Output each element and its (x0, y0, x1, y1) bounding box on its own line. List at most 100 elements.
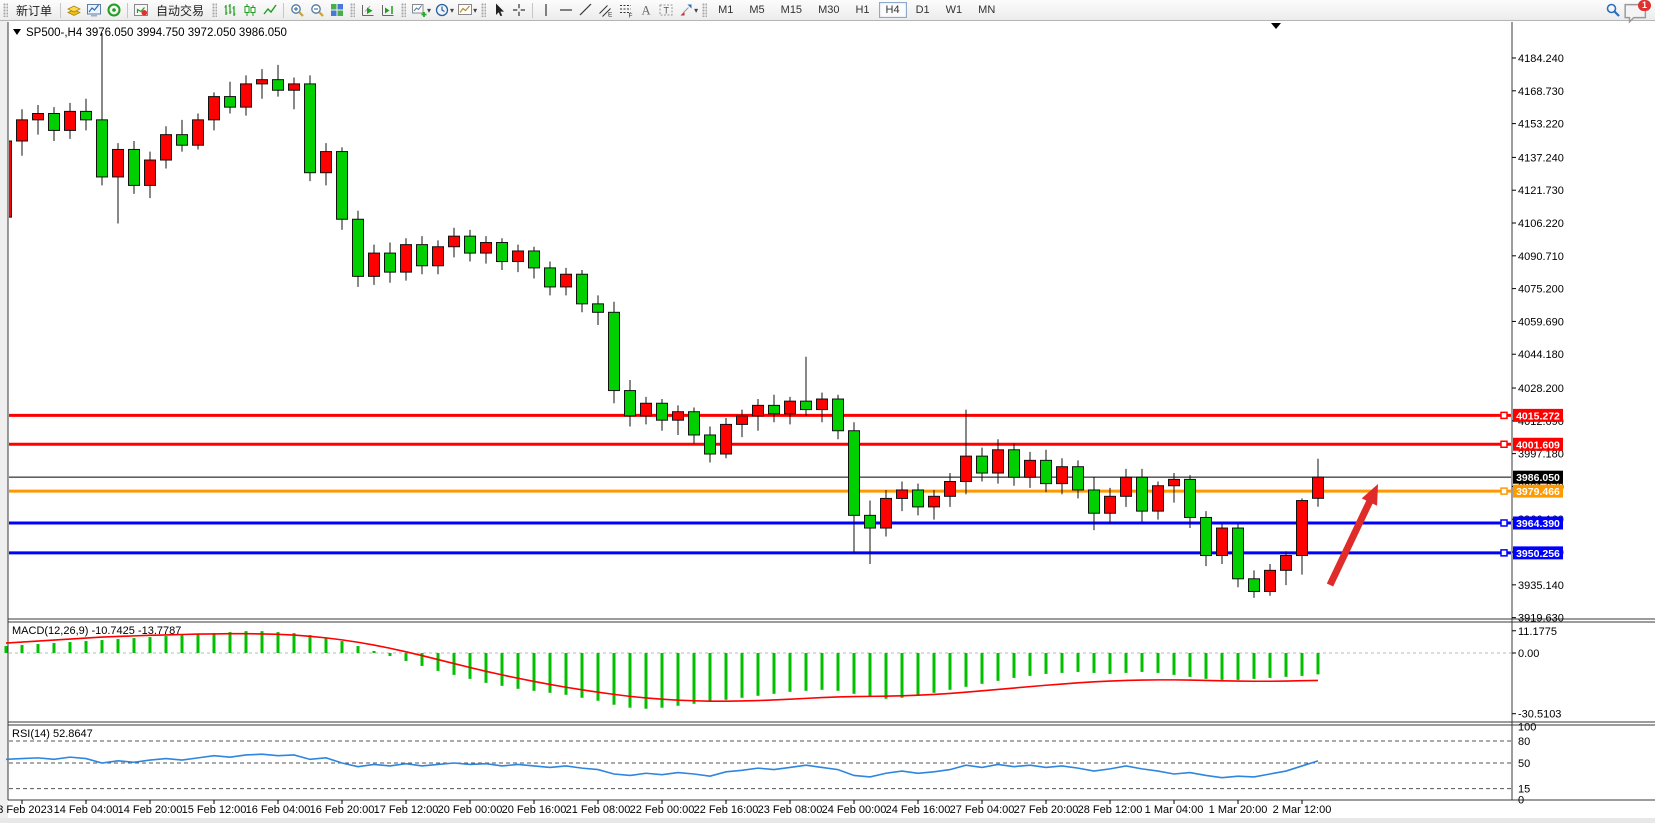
timeframe-button-mn[interactable]: MN (971, 2, 1002, 18)
toolbar-grip[interactable] (212, 3, 217, 17)
trendline-icon[interactable] (576, 1, 596, 19)
templates-icon[interactable] (455, 1, 475, 19)
candle-body (497, 243, 508, 262)
candle-body (769, 405, 780, 413)
price-badge-current-price[interactable]: 3986.050 (1513, 471, 1563, 485)
candle-body (177, 135, 188, 146)
time-tick-label: 21 Feb 08:00 (566, 804, 631, 816)
svg-text:3950.256: 3950.256 (1516, 548, 1560, 560)
periods-icon-dropdown[interactable]: ▾ (450, 6, 454, 15)
time-tick-label: 17 Feb 12:00 (374, 804, 439, 816)
tile-windows-icon[interactable] (327, 1, 347, 19)
timeframe-button-m30[interactable]: M30 (811, 2, 846, 18)
new-chart-icon[interactable] (409, 1, 429, 19)
timeframe-button-m5[interactable]: M5 (742, 2, 771, 18)
hline-handle-support-1[interactable] (1501, 520, 1507, 526)
search-icon[interactable] (1603, 1, 1623, 19)
new-order-button[interactable]: 新订单 (11, 1, 57, 20)
notifications-chat-icon[interactable]: 1 (1623, 1, 1649, 19)
toolbar-separator (532, 3, 533, 18)
line-chart-icon[interactable] (260, 1, 280, 19)
vertical-line-icon[interactable] (536, 1, 556, 19)
candle-body (321, 152, 332, 173)
fibonacci-icon[interactable]: F (616, 1, 636, 19)
svg-text:3979.466: 3979.466 (1516, 486, 1560, 498)
bar-chart-icon[interactable] (220, 1, 240, 19)
candle-body (481, 243, 492, 254)
charts-window-icon[interactable] (84, 1, 104, 19)
timeframe-button-w1[interactable]: W1 (939, 2, 970, 18)
equidistant-channel-icon[interactable]: E (596, 1, 616, 19)
timeframe-button-m1[interactable]: M1 (711, 2, 740, 18)
toolbar-grip[interactable] (481, 3, 486, 17)
text-icon[interactable]: A (636, 1, 656, 19)
candle-body (529, 251, 540, 268)
candle-body (993, 450, 1004, 473)
toolbar-grip[interactable] (350, 3, 355, 17)
macd-axis-label: 0.00 (1518, 648, 1539, 660)
hline-handle-resistance-2[interactable] (1501, 441, 1507, 447)
time-tick-label: 20 Feb 16:00 (502, 804, 567, 816)
zoom-out-icon[interactable] (307, 1, 327, 19)
price-badge-support-2[interactable]: 3950.256 (1513, 546, 1563, 560)
toolbar-grip[interactable] (702, 3, 707, 17)
candle-body (385, 253, 396, 272)
chart-shift-icon[interactable] (378, 1, 398, 19)
hline-handle-pivot[interactable] (1501, 488, 1507, 494)
price-badge-resistance-1[interactable]: 4015.272 (1513, 409, 1563, 423)
toolbar-grip[interactable] (401, 3, 406, 17)
candlestick-chart-icon[interactable] (240, 1, 260, 19)
cursor-icon[interactable] (489, 1, 509, 19)
candle-body (801, 401, 812, 409)
zoom-in-icon[interactable] (287, 1, 307, 19)
candle-body (17, 120, 28, 141)
candle-body (433, 247, 444, 266)
chart-area[interactable]: 4184.2404168.7304153.2204137.2404121.730… (0, 21, 1655, 823)
candle-body (417, 245, 428, 266)
timeframe-button-m15[interactable]: M15 (774, 2, 809, 18)
hline-handle-support-2[interactable] (1501, 550, 1507, 556)
autotrading-icon[interactable] (131, 1, 151, 19)
timeframe-button-h1[interactable]: H1 (848, 2, 876, 18)
svg-text:A: A (642, 4, 651, 18)
candle-body (337, 152, 348, 220)
candle-body (1041, 460, 1052, 483)
text-label-icon[interactable]: T (656, 1, 676, 19)
candle-body (881, 498, 892, 528)
candle-body (33, 113, 44, 119)
hline-handle-resistance-1[interactable] (1501, 412, 1507, 418)
timeframe-button-d1[interactable]: D1 (909, 2, 937, 18)
navigator-icon[interactable] (104, 1, 124, 19)
crosshair-icon[interactable] (509, 1, 529, 19)
arrows-icon-dropdown[interactable]: ▾ (694, 6, 698, 15)
candle-body (449, 236, 460, 247)
price-badge-pivot[interactable]: 3979.466 (1513, 485, 1563, 499)
time-tick-label: 24 Feb 00:00 (822, 804, 887, 816)
rsi-axis-label: 50 (1518, 758, 1530, 770)
price-tick-label: 4106.220 (1518, 218, 1564, 230)
new-chart-icon-dropdown[interactable]: ▾ (427, 6, 431, 15)
time-tick-label: 27 Feb 04:00 (950, 804, 1015, 816)
price-badge-support-1[interactable]: 3964.390 (1513, 516, 1563, 530)
profiles-icon[interactable] (64, 1, 84, 19)
candle-body (545, 268, 556, 287)
svg-text:SP500-,H4 3976.050 3994.750 3: SP500-,H4 3976.050 3994.750 3972.050 398… (26, 27, 287, 39)
price-tick-label: 4184.240 (1518, 53, 1564, 65)
price-tick-label: 4153.220 (1518, 119, 1564, 131)
arrows-icon[interactable] (676, 1, 696, 19)
auto-scroll-icon[interactable] (358, 1, 378, 19)
candle-body (193, 120, 204, 145)
candle-body (641, 403, 652, 416)
price-badge-resistance-2[interactable]: 4001.609 (1513, 438, 1563, 452)
time-tick-label: 23 Feb 08:00 (758, 804, 823, 816)
timeframe-button-h4[interactable]: H4 (879, 2, 907, 18)
time-tick-label: 2 Mar 12:00 (1273, 804, 1332, 816)
autotrading-button[interactable]: 自动交易 (151, 1, 209, 20)
toolbar-grip[interactable] (3, 3, 8, 17)
horizontal-line-icon[interactable] (556, 1, 576, 19)
candle-body (1201, 517, 1212, 555)
periods-icon[interactable] (432, 1, 452, 19)
candle-body (513, 251, 524, 262)
price-tick-label: 4044.180 (1518, 349, 1564, 361)
templates-icon-dropdown[interactable]: ▾ (473, 6, 477, 15)
